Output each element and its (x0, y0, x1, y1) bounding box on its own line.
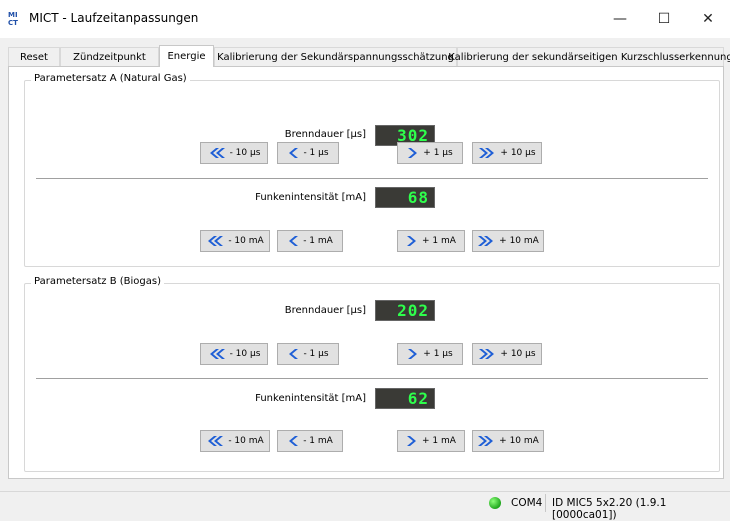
close-button[interactable]: ✕ (686, 0, 730, 38)
spark-b-minus-10-button[interactable]: - 10 mA (200, 430, 270, 452)
status-bar: COM4 ID MIC5 5x2.20 (1.9.1 [0000ca01]) (0, 491, 730, 521)
tab-kalibrierung-kurzschluss[interactable]: Kalibrierung der sekundärseitigen Kurzsc… (448, 47, 730, 66)
maximize-button[interactable]: ☐ (642, 0, 686, 38)
spark-a-minus-1-button[interactable]: - 1 mA (277, 230, 343, 252)
chevron-right-icon (407, 147, 419, 159)
chevron-left-icon (287, 348, 299, 360)
spark-a-minus-10-button[interactable]: - 10 mA (200, 230, 270, 252)
burn-label-a: Brenndauer [µs] (284, 129, 366, 140)
double-chevron-right-icon (478, 147, 496, 159)
separator-a (36, 178, 708, 180)
status-device-id: ID MIC5 5x2.20 (1.9.1 [0000ca01]) (552, 497, 667, 521)
spark-a-plus-1-button[interactable]: + 1 mA (397, 230, 465, 252)
chevron-right-icon (406, 235, 418, 247)
tab-reset[interactable]: Reset (8, 47, 60, 66)
spark-display-b: 62 (375, 388, 435, 409)
double-chevron-left-icon (208, 147, 226, 159)
tab-kalibrierung-sekundaerspannung[interactable]: Kalibrierung der Sekundärspannungsschätz… (214, 47, 457, 66)
title-bar: MI CT MICT - Laufzeitanpassungen — ☐ ✕ (0, 0, 730, 38)
double-chevron-right-icon (477, 235, 495, 247)
burn-b-plus-1-button[interactable]: + 1 µs (397, 343, 463, 365)
burn-label-b: Brenndauer [µs] (284, 305, 366, 316)
minimize-button[interactable]: — (598, 0, 642, 38)
status-port: COM4 (511, 497, 543, 509)
burn-b-minus-1-button[interactable]: - 1 µs (277, 343, 339, 365)
burn-a-minus-10-button[interactable]: - 10 µs (200, 142, 268, 164)
spark-a-plus-10-button[interactable]: + 10 mA (472, 230, 544, 252)
chevron-left-icon (287, 147, 299, 159)
spark-label-b: Funkenintensität [mA] (255, 393, 366, 404)
group-label-a: Parametersatz A (Natural Gas) (31, 73, 190, 84)
connection-led-icon (489, 497, 501, 509)
burn-a-minus-1-button[interactable]: - 1 µs (277, 142, 339, 164)
window-title: MICT - Laufzeitanpassungen (29, 11, 199, 25)
svg-text:MI: MI (8, 11, 18, 19)
tab-bar: Reset Zündzeitpunkt Energie Kalibrierung… (8, 45, 730, 67)
burn-a-plus-1-button[interactable]: + 1 µs (397, 142, 463, 164)
spark-b-plus-10-button[interactable]: + 10 mA (472, 430, 544, 452)
status-divider (545, 494, 546, 512)
double-chevron-right-icon (477, 435, 495, 447)
mict-logo-icon: MI CT (8, 11, 18, 26)
spark-b-minus-1-button[interactable]: - 1 mA (277, 430, 343, 452)
svg-text:CT: CT (8, 19, 18, 26)
spark-display-a: 68 (375, 187, 435, 208)
double-chevron-left-icon (208, 348, 226, 360)
chevron-right-icon (406, 435, 418, 447)
tab-zuendzeitpunkt[interactable]: Zündzeitpunkt (60, 47, 159, 66)
tab-energie[interactable]: Energie (159, 45, 214, 67)
burn-a-plus-10-button[interactable]: + 10 µs (472, 142, 542, 164)
double-chevron-left-icon (206, 235, 224, 247)
chevron-right-icon (407, 348, 419, 360)
spark-b-plus-1-button[interactable]: + 1 mA (397, 430, 465, 452)
separator-b (36, 378, 708, 380)
chevron-left-icon (287, 435, 299, 447)
burn-b-minus-10-button[interactable]: - 10 µs (200, 343, 268, 365)
chevron-left-icon (287, 235, 299, 247)
double-chevron-right-icon (478, 348, 496, 360)
burn-b-plus-10-button[interactable]: + 10 µs (472, 343, 542, 365)
spark-label-a: Funkenintensität [mA] (255, 192, 366, 203)
double-chevron-left-icon (206, 435, 224, 447)
group-label-b: Parametersatz B (Biogas) (31, 276, 164, 287)
burn-display-b: 202 (375, 300, 435, 321)
groupbox-parametersatz-a: Parametersatz A (Natural Gas) (24, 73, 720, 267)
